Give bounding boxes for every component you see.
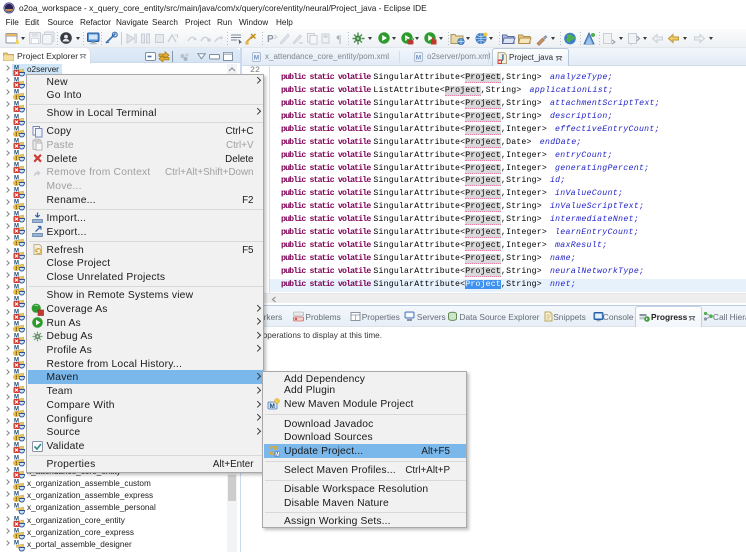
svg-text:¶: ¶ (337, 34, 342, 46)
svg-text:M: M (270, 403, 275, 410)
svg-text:M: M (275, 452, 279, 457)
svg-text:M: M (416, 55, 421, 62)
svg-text:P: P (267, 34, 274, 45)
svg-text:M: M (254, 55, 259, 62)
